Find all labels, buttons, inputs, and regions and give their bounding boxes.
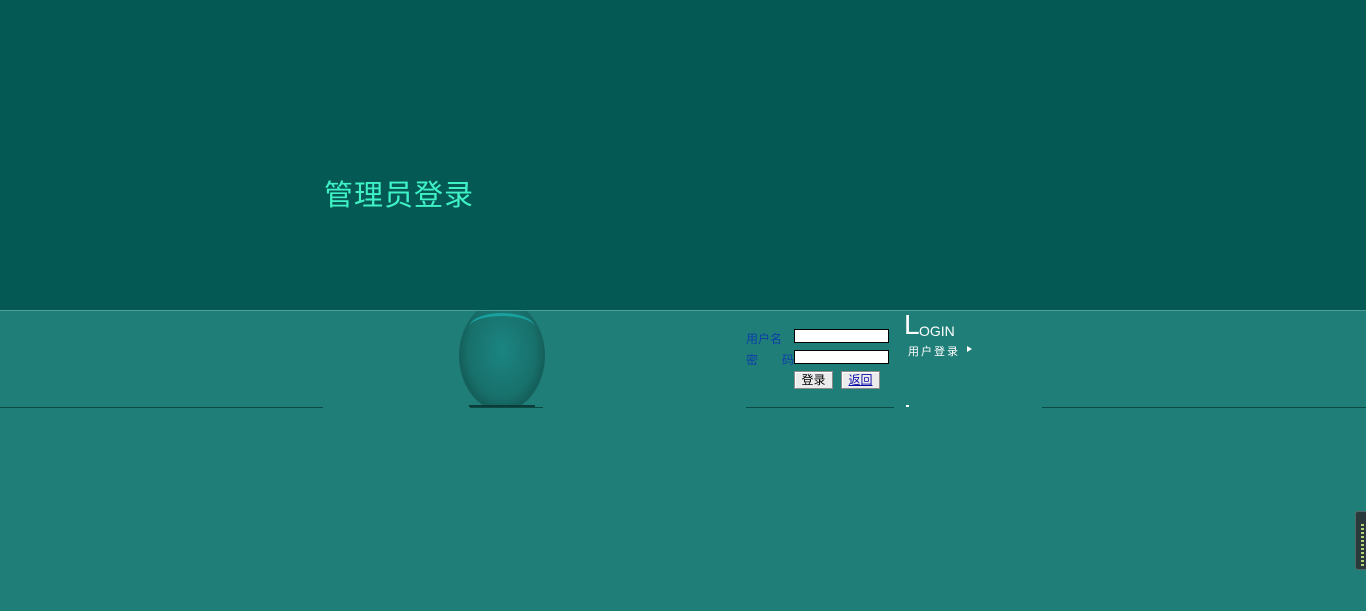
- password-row: 密 码: [746, 348, 896, 367]
- login-button[interactable]: 登录: [794, 371, 833, 389]
- username-label: 用户名: [746, 332, 783, 346]
- back-button[interactable]: 返回: [841, 371, 880, 389]
- orb-base: [469, 405, 535, 407]
- footer-line-left: [0, 407, 323, 408]
- logo-word: OGIN: [919, 323, 955, 339]
- password-label: 密 码: [746, 353, 795, 367]
- username-row: 用户名: [746, 327, 896, 346]
- username-input[interactable]: [794, 329, 889, 343]
- logo-initial: L: [904, 309, 920, 340]
- footer-line-form: [746, 407, 894, 408]
- footer-line-orb: [470, 407, 543, 408]
- header-band: 管理员登录: [0, 0, 1366, 310]
- logo-subtitle: 用户登录: [908, 345, 960, 358]
- decorative-orb: [457, 311, 547, 407]
- meter-bars-icon: [1361, 524, 1364, 566]
- password-input[interactable]: [794, 350, 889, 364]
- triangle-right-icon: [967, 346, 972, 352]
- orb-rim: [469, 313, 535, 342]
- header-divider: [0, 310, 1366, 311]
- side-panel-handle-icon[interactable]: [1355, 511, 1366, 570]
- logo-dot: [906, 405, 909, 407]
- page-title: 管理员登录: [324, 178, 475, 212]
- footer-line-right: [1042, 407, 1366, 408]
